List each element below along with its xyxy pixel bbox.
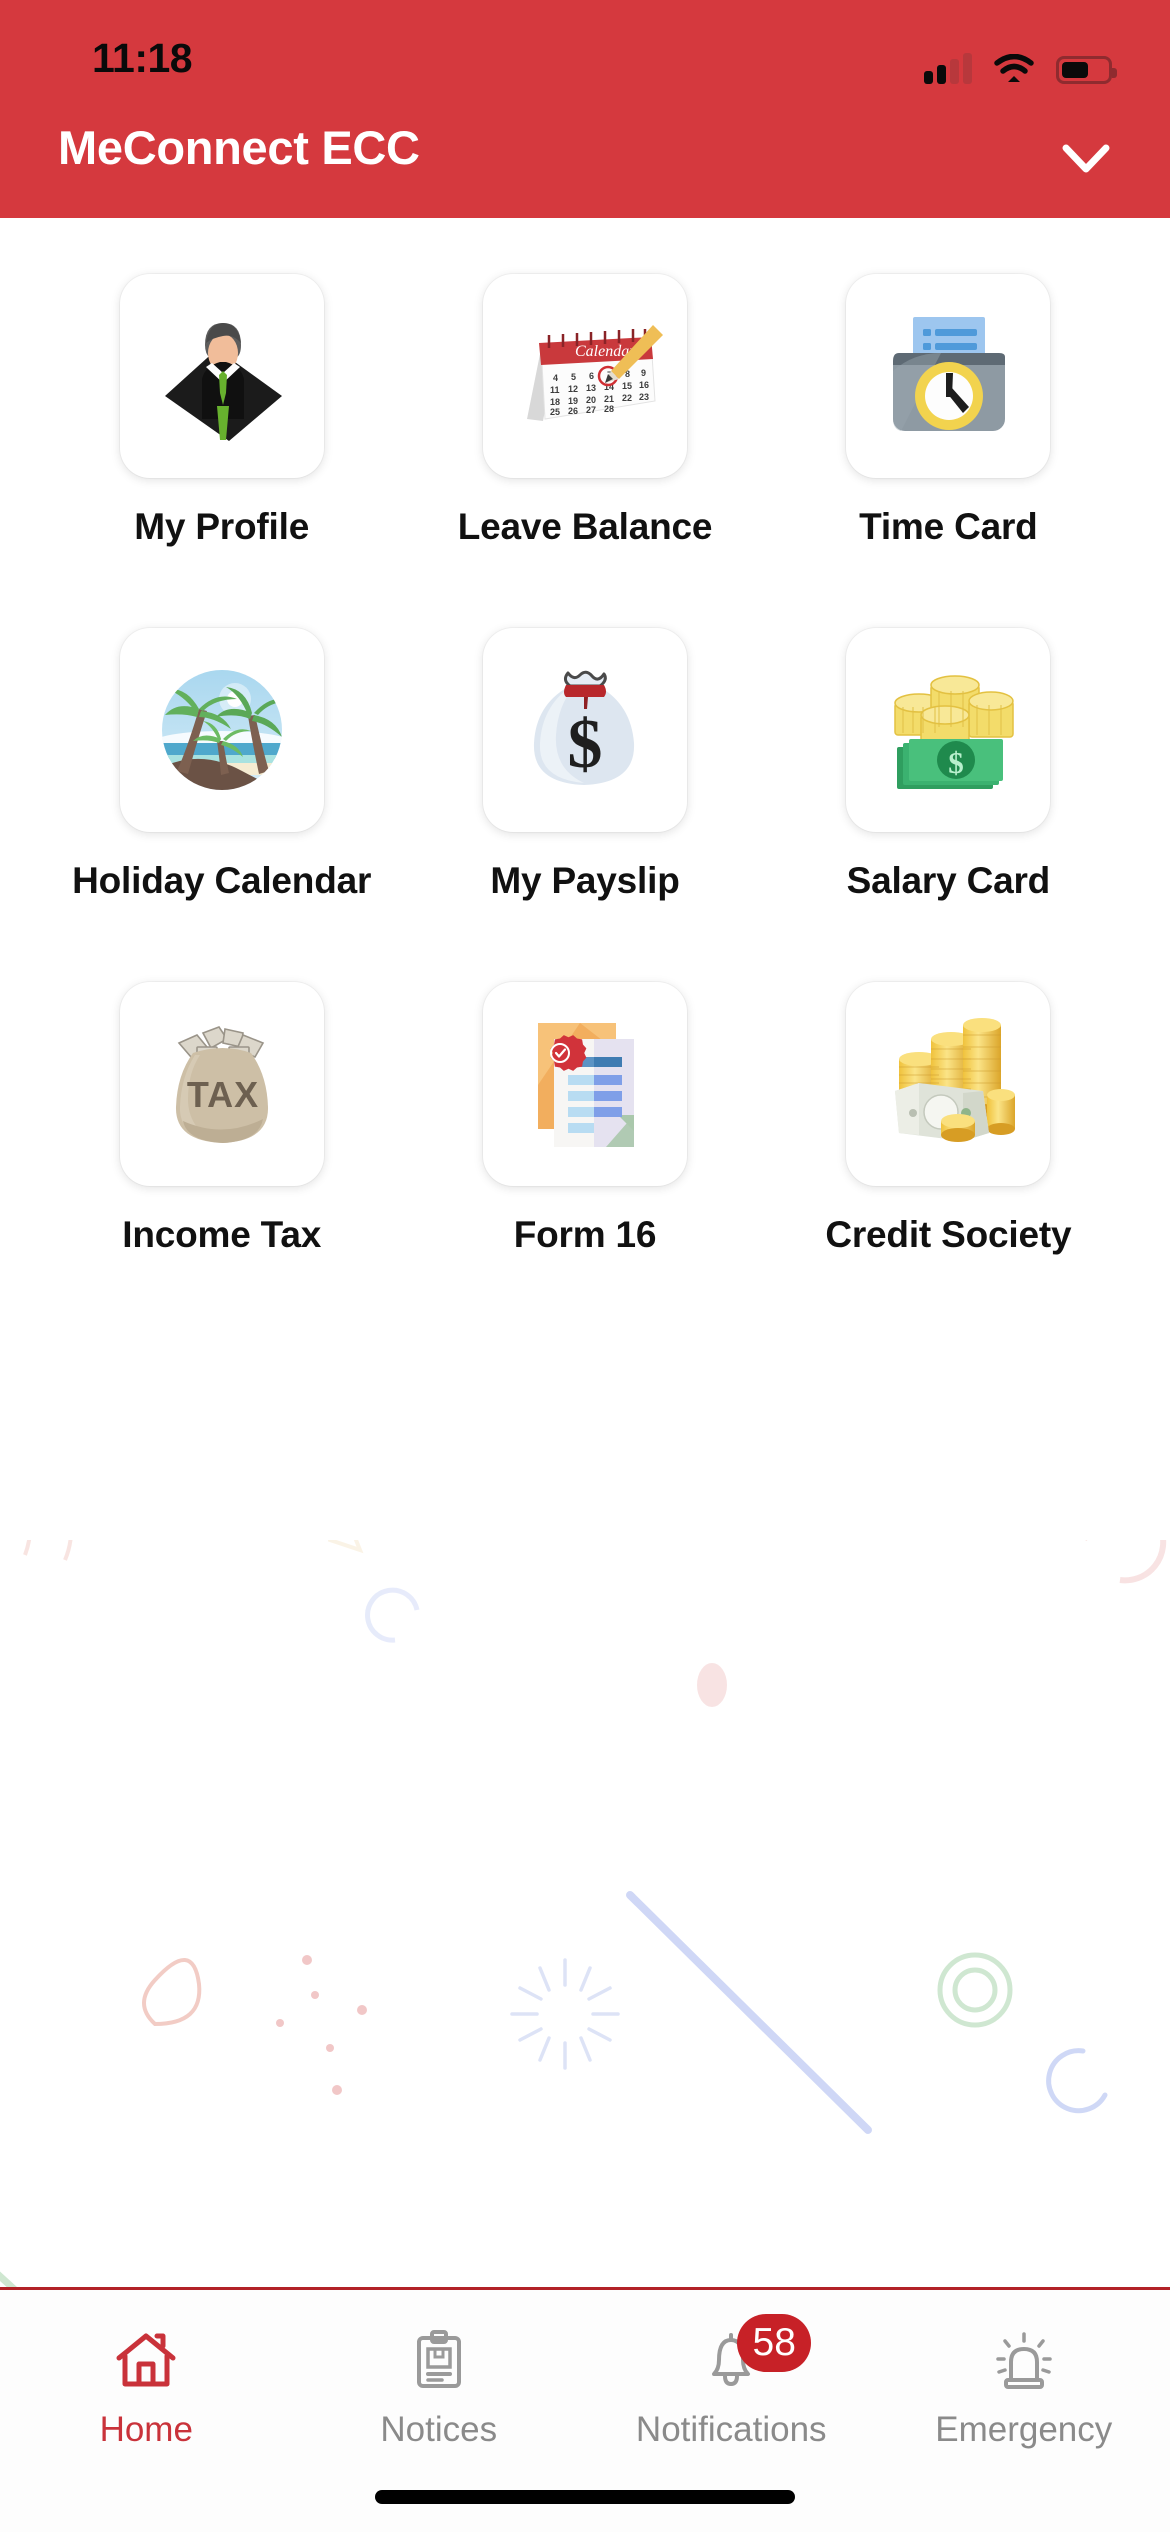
svg-text:$: $ <box>949 745 965 780</box>
page-title: MeConnect ECC <box>58 121 420 174</box>
svg-text:4: 4 <box>553 373 558 383</box>
tax-sack-icon: TAX <box>119 982 324 1186</box>
svg-text:12: 12 <box>568 384 578 394</box>
svg-text:26: 26 <box>568 406 578 416</box>
svg-text:19: 19 <box>568 396 578 406</box>
svg-text:11: 11 <box>550 385 560 395</box>
nav-item-emergency[interactable]: Emergency <box>878 2290 1170 2532</box>
battery-icon <box>1056 56 1117 84</box>
grid-tile-credit-society[interactable]: Credit Society <box>767 982 1130 1256</box>
grid-tile-label: Form 16 <box>513 1214 657 1255</box>
status-bar-clock: 11:18 <box>92 35 193 81</box>
svg-text:22: 22 <box>622 393 632 403</box>
header-dropdown-button[interactable] <box>1050 130 1122 192</box>
svg-text:6: 6 <box>589 371 594 381</box>
svg-text:15: 15 <box>622 381 632 391</box>
nav-item-label: Emergency <box>935 2410 1113 2449</box>
wifi-icon <box>994 53 1034 84</box>
grid-tile-label: Credit Society <box>825 1214 1072 1255</box>
svg-text:5: 5 <box>571 372 576 382</box>
svg-text:28: 28 <box>604 404 614 414</box>
grid-tile-my-payslip[interactable]: $ My Payslip <box>403 628 766 902</box>
svg-text:27: 27 <box>586 405 596 415</box>
svg-text:$: $ <box>567 706 602 783</box>
decorative-background-pattern <box>0 1428 1170 2504</box>
status-bar-icons <box>924 50 1117 84</box>
grid-tile-label: My Payslip <box>490 860 680 901</box>
svg-text:25: 25 <box>550 407 560 417</box>
notifications-badge: 58 <box>737 2314 812 2372</box>
grid-tile-salary-card[interactable]: $ Salary Card <box>767 628 1130 902</box>
grid-tile-holiday-calendar[interactable]: Holiday Calendar <box>40 628 403 902</box>
businessman-profile-icon <box>119 274 324 478</box>
grid-tile-label: Leave Balance <box>457 506 713 547</box>
svg-text:23: 23 <box>639 392 649 402</box>
svg-text:16: 16 <box>639 380 649 390</box>
clipboard-icon <box>404 2326 474 2396</box>
svg-text:13: 13 <box>586 383 596 393</box>
svg-text:9: 9 <box>641 368 646 378</box>
status-bar: 11:18 <box>0 0 1170 92</box>
time-clock-punch-icon <box>846 274 1051 478</box>
nav-item-home[interactable]: Home <box>0 2290 293 2532</box>
nav-item-label: Notifications <box>635 2410 827 2449</box>
svg-text:18: 18 <box>550 397 560 407</box>
grid-tile-my-profile[interactable]: My Profile <box>40 274 403 548</box>
beach-palm-tree-icon <box>119 628 324 832</box>
svg-text:21: 21 <box>604 394 614 404</box>
nav-item-label: Notices <box>380 2410 498 2449</box>
grid-tile-income-tax[interactable]: TAX Income Tax <box>40 982 403 1256</box>
app-header: 11:18 MeConnect ECC <box>0 0 1170 218</box>
certified-document-icon <box>482 982 687 1186</box>
grid-tile-label: Time Card <box>859 506 1038 547</box>
grid-tile-time-card[interactable]: Time Card <box>767 274 1130 548</box>
desk-calendar-pencil-icon: Calendar 456 789 111213 141516 181920 21… <box>482 274 687 478</box>
grid-tile-label: My Profile <box>134 506 310 547</box>
home-icon <box>111 2326 181 2396</box>
app-shortcut-grid: My Profile Calendar 456 8 9 11 12 13 14 … <box>0 218 1170 1256</box>
signal-bars-icon <box>924 53 972 84</box>
grid-tile-label: Salary Card <box>846 860 1051 901</box>
grid-tile-form-16[interactable]: Form 16 <box>403 982 766 1256</box>
grid-tile-label: Holiday Calendar <box>72 860 372 901</box>
home-indicator-bar[interactable] <box>375 2490 795 2504</box>
coin-stacks-banknote-icon <box>846 982 1051 1186</box>
app-screen: 11:18 MeConnect ECC My Profile Calendar … <box>0 0 1170 2532</box>
grid-tile-label: Income Tax <box>122 1214 322 1255</box>
grid-tile-leave-balance[interactable]: Calendar 456 789 111213 141516 181920 21… <box>403 274 766 548</box>
coins-and-banknotes-icon: $ <box>846 628 1051 832</box>
money-bag-dollar-icon: $ <box>482 628 687 832</box>
chevron-down-icon <box>1060 142 1112 181</box>
nav-item-label: Home <box>99 2410 193 2449</box>
app-bar: MeConnect ECC <box>0 92 1170 218</box>
siren-alarm-icon <box>989 2326 1059 2396</box>
svg-text:TAX: TAX <box>186 1074 258 1115</box>
svg-text:20: 20 <box>586 395 596 405</box>
